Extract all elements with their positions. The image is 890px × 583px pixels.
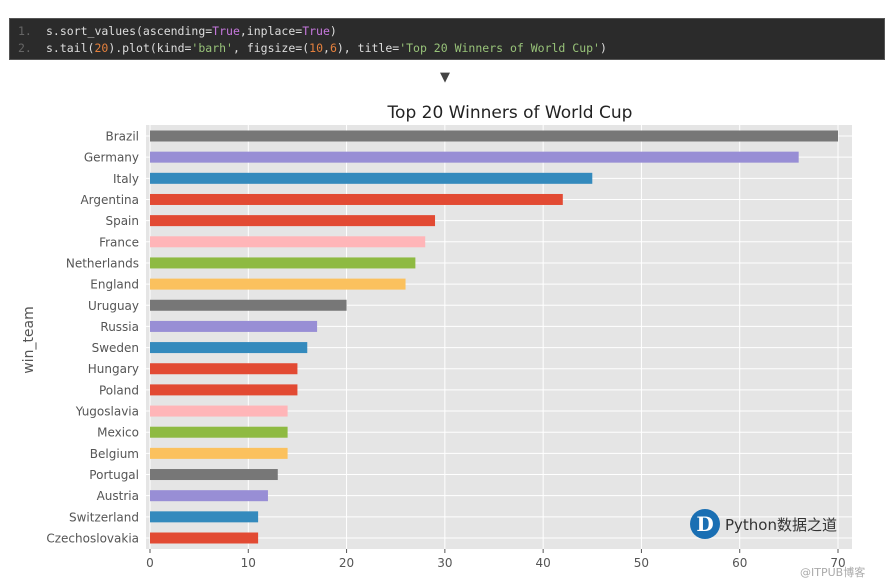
bar-mexico [150,426,288,438]
watermark: D Python数据之道 [690,509,837,539]
y-tick-label: Poland [99,383,139,397]
y-tick-label: Germany [84,151,139,165]
bar-france [150,236,426,248]
y-tick-label: England [90,278,139,292]
x-tick-label: 50 [634,556,649,570]
bar-austria [150,490,268,502]
bar-russia [150,320,318,332]
y-tick-label: Austria [97,489,139,503]
bar-portugal [150,469,278,481]
bar-italy [150,172,593,184]
bar-chart: 0 10 20 30 40 50 60 70BrazilGermanyItalyArgenti… [21,103,852,570]
y-tick-label: Italy [113,172,139,186]
bar-poland [150,384,298,396]
x-tick-label: 40 [536,556,551,570]
x-tick-label: 10 [241,556,256,570]
bar-netherlands [150,257,416,269]
bar-england [150,278,406,290]
y-tick-label: Sweden [92,341,139,355]
credit-text: @ITPUB博客 [800,566,866,579]
bar-yugoslavia [150,405,288,417]
x-tick-label: 60 [732,556,747,570]
y-axis-label: win_team [21,306,37,374]
bar-belgium [150,447,288,459]
bar-czechoslovakia [150,532,259,544]
bar-uruguay [150,299,347,311]
watermark-logo: D [690,509,720,539]
y-tick-label: France [99,235,139,249]
y-tick-label: Uruguay [88,299,139,313]
y-tick-label: Czechoslovakia [46,532,139,546]
bar-spain [150,215,436,227]
chart-title: Top 20 Winners of World Cup [387,103,633,123]
bar-germany [150,151,799,163]
plot-area [146,125,852,549]
bar-switzerland [150,511,259,523]
y-tick-label: Switzerland [69,510,139,524]
y-tick-label: Argentina [80,193,139,207]
bar-sweden [150,342,308,354]
bar-argentina [150,193,563,205]
y-tick-label: Belgium [90,447,139,461]
bar-brazil [150,130,838,142]
y-tick-label: Hungary [88,362,139,376]
x-tick-label: 30 [437,556,452,570]
x-tick-label: 0 [146,556,154,570]
y-tick-label: Mexico [97,426,139,440]
y-tick-label: Netherlands [66,256,139,270]
y-tick-label: Portugal [89,468,139,482]
y-tick-label: Yugoslavia [75,405,139,419]
x-tick-label: 20 [339,556,354,570]
bar-hungary [150,363,298,375]
y-tick-label: Brazil [106,130,140,144]
watermark-text: Python数据之道 [725,515,837,534]
y-tick-label: Russia [100,320,139,334]
y-tick-label: Spain [105,214,139,228]
